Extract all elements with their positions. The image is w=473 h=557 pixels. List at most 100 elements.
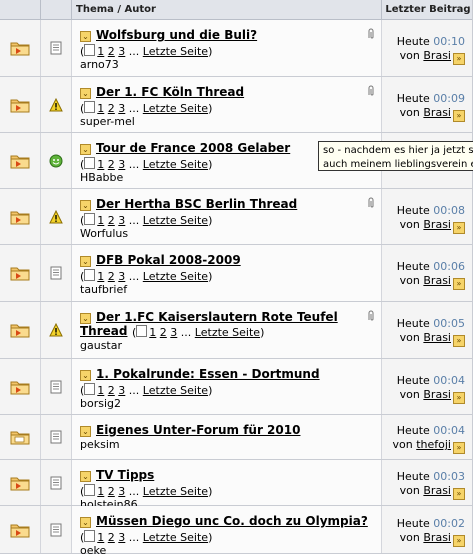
goto-last-post-icon[interactable]: »	[453, 335, 465, 347]
page-link[interactable]: 3	[118, 384, 125, 397]
page-link[interactable]: 2	[108, 270, 115, 283]
thread-title-link[interactable]: 1. Pokalrunde: Essen - Dortmund	[96, 367, 320, 381]
page-link[interactable]: 3	[118, 45, 125, 58]
thread-row[interactable]: ⌄ 1. Pokalrunde: Essen - Dortmund (1 2 3 .…	[0, 359, 473, 415]
last-poster-link[interactable]: Brasi	[423, 218, 451, 231]
thread-author[interactable]: gaustar	[80, 339, 122, 352]
page-link[interactable]: 1	[97, 45, 104, 58]
thread-row[interactable]: ⌄ TV Tipps(1 2 3 ... Letzte Seite) holstei…	[0, 460, 473, 511]
last-poster-link[interactable]: Brasi	[423, 49, 451, 62]
goto-last-post-icon[interactable]: »	[453, 535, 465, 547]
page-link[interactable]: 3	[118, 102, 125, 115]
last-poster-link[interactable]: Brasi	[423, 484, 451, 497]
page-link[interactable]: 2	[108, 45, 115, 58]
last-page-link[interactable]: Letzte Seite	[195, 326, 260, 339]
thread-author[interactable]: arno73	[80, 58, 119, 71]
page-link[interactable]: 1	[97, 384, 104, 397]
thread-row[interactable]: ⌄ DFB Pokal 2008-2009 (1 2 3 ... Letzte Se…	[0, 245, 473, 302]
thread-author[interactable]: oeke	[80, 544, 106, 557]
goto-first-unread-icon[interactable]: ⌄	[80, 313, 91, 324]
page-link[interactable]: 1	[97, 158, 104, 171]
goto-first-unread-icon[interactable]: ⌄	[80, 517, 91, 528]
post-page-icon	[49, 430, 62, 444]
goto-last-post-icon[interactable]: »	[453, 110, 465, 122]
last-page-link[interactable]: Letzte Seite	[143, 531, 208, 544]
thread-author[interactable]: taufbrief	[80, 283, 127, 296]
page-link[interactable]: 2	[160, 326, 167, 339]
thread-title-link[interactable]: Der 1.FC Kaiserslautern Rote Teufel	[96, 310, 338, 324]
page-link[interactable]: 2	[108, 531, 115, 544]
page-link[interactable]: 1	[97, 485, 104, 498]
last-post-cell: Heute 00:05 von Brasi»	[382, 302, 473, 358]
last-poster-link[interactable]: Brasi	[423, 274, 451, 287]
thread-author[interactable]: super-mel	[80, 115, 135, 128]
goto-first-unread-icon[interactable]: ⌄	[80, 144, 91, 155]
page-link[interactable]: 1	[97, 214, 104, 227]
thread-author[interactable]: Worfulus	[80, 227, 128, 240]
page-link[interactable]: 3	[170, 326, 177, 339]
last-page-link[interactable]: Letzte Seite	[143, 102, 208, 115]
page-link[interactable]: 3	[118, 270, 125, 283]
last-poster-link[interactable]: Brasi	[423, 331, 451, 344]
last-page-link[interactable]: Letzte Seite	[143, 270, 208, 283]
goto-first-unread-icon[interactable]: ⌄	[80, 31, 91, 42]
folder-hot-icon	[10, 209, 30, 225]
page-link[interactable]: 2	[108, 214, 115, 227]
thread-title-link[interactable]: Der 1. FC Köln Thread	[96, 85, 244, 99]
header-last-post[interactable]: Letzter Beitrag	[381, 0, 473, 19]
page-link[interactable]: 1	[97, 531, 104, 544]
last-poster-link[interactable]: thefoji	[416, 438, 451, 451]
goto-last-post-icon[interactable]: »	[453, 53, 465, 65]
last-page-link[interactable]: Letzte Seite	[143, 214, 208, 227]
thread-row[interactable]: ⌄ Eigenes Unter-Forum für 2010 peksim Heute…	[0, 415, 473, 460]
page-link[interactable]: 2	[108, 158, 115, 171]
page-link[interactable]: 2	[108, 485, 115, 498]
page-link[interactable]: 2	[108, 102, 115, 115]
page-link[interactable]: 3	[118, 531, 125, 544]
last-page-link[interactable]: Letzte Seite	[143, 485, 208, 498]
goto-first-unread-icon[interactable]: ⌄	[80, 426, 91, 437]
page-link[interactable]: 2	[108, 384, 115, 397]
thread-title-link[interactable]: Der Hertha BSC Berlin Thread	[96, 197, 297, 211]
goto-last-post-icon[interactable]: »	[453, 392, 465, 404]
thread-title-link-continued[interactable]: Thread	[80, 324, 127, 338]
goto-first-unread-icon[interactable]: ⌄	[80, 471, 91, 482]
goto-last-post-icon[interactable]: »	[453, 442, 465, 454]
thread-author[interactable]: HBabbe	[80, 171, 123, 184]
thread-row[interactable]: ⌄ Der 1.FC Kaiserslautern Rote Teufel Thre…	[0, 302, 473, 359]
goto-last-post-icon[interactable]: »	[453, 222, 465, 234]
page-link[interactable]: 3	[118, 158, 125, 171]
last-page-link[interactable]: Letzte Seite	[143, 384, 208, 397]
last-poster-link[interactable]: Brasi	[423, 531, 451, 544]
page-link[interactable]: 3	[118, 214, 125, 227]
thread-row[interactable]: ⌄ Der Hertha BSC Berlin Thread (1 2 3 ... …	[0, 189, 473, 245]
page-link[interactable]: 1	[149, 326, 156, 339]
page-link[interactable]: 1	[97, 270, 104, 283]
goto-last-post-icon[interactable]: »	[453, 278, 465, 290]
last-poster-link[interactable]: Brasi	[423, 388, 451, 401]
thread-title-link[interactable]: Tour de France 2008 Gelaber	[96, 141, 290, 155]
goto-last-post-icon[interactable]: »	[453, 488, 465, 500]
goto-first-unread-icon[interactable]: ⌄	[80, 88, 91, 99]
thread-title-link[interactable]: TV Tipps	[96, 468, 154, 482]
goto-first-unread-icon[interactable]: ⌄	[80, 256, 91, 267]
page-link[interactable]: 1	[97, 102, 104, 115]
header-topic-author[interactable]: Thema / Autor	[76, 4, 156, 15]
topic-cell: ⌄ 1. Pokalrunde: Essen - Dortmund (1 2 3 .…	[72, 359, 382, 414]
last-poster-link[interactable]: Brasi	[423, 106, 451, 119]
thread-author[interactable]: borsig2	[80, 397, 121, 410]
by-label: von	[392, 438, 413, 451]
thread-author[interactable]: peksim	[80, 438, 120, 451]
page-link[interactable]: 3	[118, 485, 125, 498]
goto-first-unread-icon[interactable]: ⌄	[80, 200, 91, 211]
thread-row[interactable]: ⌄ Der 1. FC Köln Thread (1 2 3 ... Letzte …	[0, 77, 473, 133]
thread-title-link[interactable]: Müssen Diego unc Co. doch zu Olympia?	[96, 514, 368, 528]
thread-title-link[interactable]: DFB Pokal 2008-2009	[96, 253, 241, 267]
thread-row[interactable]: ⌄ Wolfsburg und die Buli? (1 2 3 ... Letzt…	[0, 20, 473, 77]
last-page-link[interactable]: Letzte Seite	[143, 158, 208, 171]
thread-title-link[interactable]: Eigenes Unter-Forum für 2010	[96, 423, 300, 437]
last-page-link[interactable]: Letzte Seite	[143, 45, 208, 58]
thread-row[interactable]: ⌄ Müssen Diego unc Co. doch zu Olympia? (1…	[0, 506, 473, 557]
goto-first-unread-icon[interactable]: ⌄	[80, 370, 91, 381]
thread-title-link[interactable]: Wolfsburg und die Buli?	[96, 28, 257, 42]
